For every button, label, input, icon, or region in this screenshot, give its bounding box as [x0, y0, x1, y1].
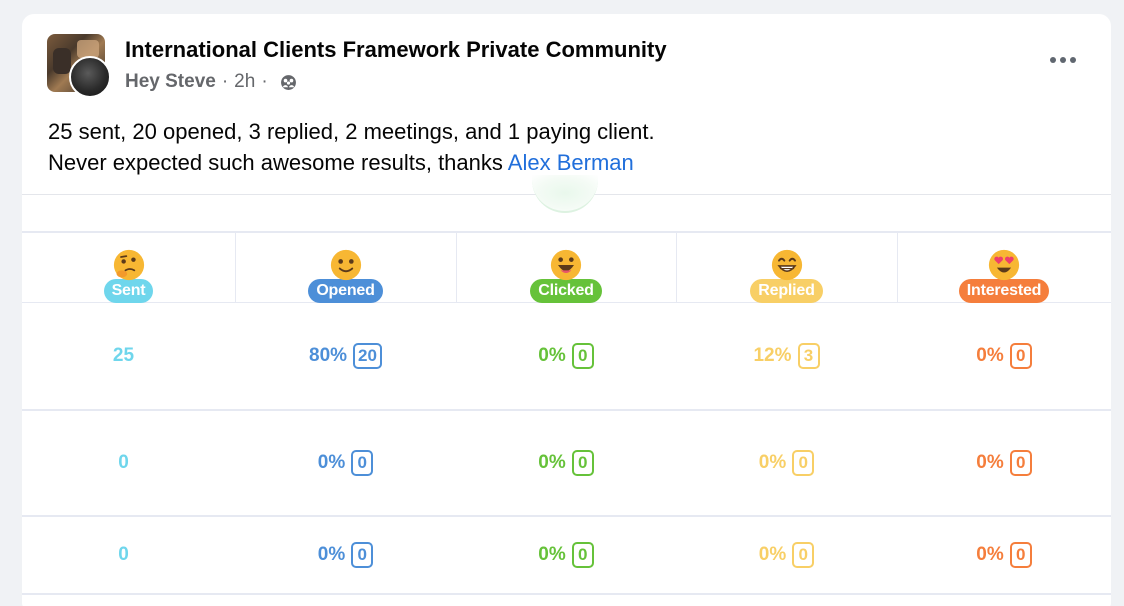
- replied-percent: 0%: [758, 544, 787, 565]
- image-top-strip: [22, 175, 1111, 233]
- col-clicked: Clicked: [456, 233, 676, 303]
- mention-link[interactable]: Alex Berman: [508, 150, 634, 175]
- post-card: International Clients Framework Private …: [22, 14, 1111, 606]
- table-row: 0 0% 0 0% 0 0% 0 0% 0: [22, 517, 1111, 595]
- post-body: 25 sent, 20 opened, 3 replied, 2 meeting…: [48, 116, 655, 178]
- interested-cell: 0% 0: [897, 411, 1111, 515]
- post-line-1: 25 sent, 20 opened, 3 replied, 2 meeting…: [48, 119, 655, 144]
- interested-percent: 0%: [976, 452, 1004, 473]
- clicked-count-badge: 0: [571, 450, 594, 476]
- column-divider: [456, 233, 457, 303]
- sent-value: 25: [112, 345, 135, 366]
- table-row: 25 80% 20 0% 0 12% 3 0% 0: [22, 303, 1111, 411]
- more-dot: [1050, 57, 1056, 63]
- col-sent: Sent: [22, 233, 235, 303]
- sent-cell: 0: [22, 411, 225, 515]
- interested-pill: Interested: [958, 279, 1050, 303]
- clicked-percent: 0%: [538, 452, 566, 473]
- opened-percent: 0%: [317, 544, 346, 565]
- clicked-percent: 0%: [538, 345, 566, 366]
- grinning-face-icon: [550, 249, 582, 281]
- post-line-2: Never expected such awesome results, tha…: [48, 147, 655, 178]
- replied-pill: Replied: [750, 279, 823, 303]
- clicked-count-badge: 0: [571, 343, 594, 369]
- interested-cell: 0% 0: [897, 303, 1111, 409]
- sent-cell: 25: [22, 303, 225, 409]
- interested-count-badge: 0: [1009, 450, 1032, 476]
- author-name-link[interactable]: Hey Steve: [125, 71, 216, 93]
- more-dot: [1060, 57, 1066, 63]
- sent-value: 0: [118, 544, 129, 565]
- opened-cell: 0% 0: [235, 411, 456, 515]
- meta-separator: ·: [221, 71, 229, 92]
- opened-percent: 80%: [309, 345, 348, 366]
- clicked-count-badge: 0: [571, 542, 594, 568]
- replied-cell: 12% 3: [676, 303, 897, 409]
- heart-eyes-face-icon: [988, 249, 1020, 281]
- replied-percent: 0%: [758, 452, 787, 473]
- group-name-link[interactable]: International Clients Framework Private …: [125, 37, 667, 63]
- sent-pill: Sent: [103, 279, 154, 303]
- post-meta: Hey Steve · 2h ·: [125, 71, 297, 93]
- beaming-face-icon: [771, 249, 802, 281]
- col-opened: Opened: [235, 233, 456, 303]
- sent-cell: 0: [22, 517, 225, 593]
- replied-count-badge: 0: [792, 542, 815, 568]
- green-glow-decoration: [532, 175, 598, 213]
- replied-cell: 0% 0: [676, 411, 897, 515]
- meta-separator: ·: [261, 71, 268, 92]
- opened-pill: Opened: [308, 279, 383, 303]
- clicked-cell: 0% 0: [456, 303, 676, 409]
- replied-count-badge: 3: [797, 343, 820, 369]
- more-dot: [1070, 57, 1076, 63]
- smiling-face-icon: [330, 249, 361, 281]
- user-avatar[interactable]: [69, 56, 111, 98]
- col-interested: Interested: [897, 233, 1111, 303]
- col-replied: Replied: [676, 233, 897, 303]
- sent-value: 0: [118, 452, 129, 473]
- replied-cell: 0% 0: [676, 517, 897, 593]
- interested-count-badge: 0: [1009, 542, 1032, 568]
- post-header: International Clients Framework Private …: [22, 14, 1111, 114]
- opened-cell: 80% 20: [235, 303, 456, 409]
- opened-count-badge: 20: [353, 343, 382, 369]
- post-timestamp[interactable]: 2h: [234, 71, 255, 93]
- opened-count-badge: 0: [351, 542, 374, 568]
- opened-count-badge: 0: [351, 450, 374, 476]
- clicked-pill: Clicked: [530, 279, 602, 303]
- attached-image[interactable]: Sent Opened Clicked Replied Interested 2…: [22, 175, 1111, 606]
- clicked-percent: 0%: [538, 544, 566, 565]
- interested-count-badge: 0: [1009, 343, 1032, 369]
- replied-percent: 12%: [753, 345, 792, 366]
- replied-count-badge: 0: [792, 450, 815, 476]
- table-row: 0 0% 0 0% 0 0% 0 0% 0: [22, 411, 1111, 517]
- interested-percent: 0%: [976, 544, 1004, 565]
- more-options-button[interactable]: [1045, 48, 1081, 72]
- opened-cell: 0% 0: [235, 517, 456, 593]
- thinking-face-icon: [113, 249, 144, 281]
- avatar-stack[interactable]: [47, 34, 113, 100]
- column-divider: [897, 233, 898, 303]
- interested-percent: 0%: [976, 345, 1004, 366]
- clicked-cell: 0% 0: [456, 411, 676, 515]
- column-divider: [235, 233, 236, 303]
- column-divider: [676, 233, 677, 303]
- post-line-2-text: Never expected such awesome results, tha…: [48, 150, 508, 175]
- clicked-cell: 0% 0: [456, 517, 676, 593]
- group-privacy-icon[interactable]: [280, 74, 297, 91]
- stats-header-row: Sent Opened Clicked Replied Interested: [22, 233, 1111, 303]
- interested-cell: 0% 0: [897, 517, 1111, 593]
- opened-percent: 0%: [317, 452, 346, 473]
